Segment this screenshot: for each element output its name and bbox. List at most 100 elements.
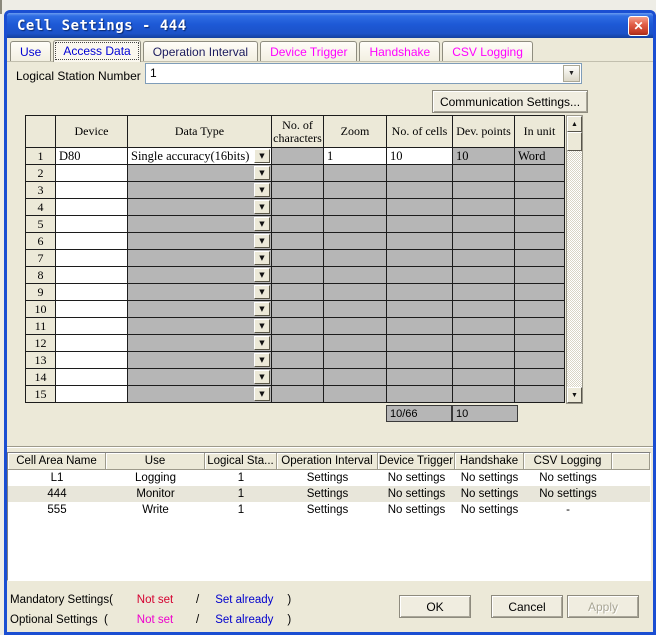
list-column-header[interactable]: Logical Sta... bbox=[205, 453, 277, 470]
grid-cell-points bbox=[453, 335, 515, 352]
ok-button[interactable]: OK bbox=[399, 595, 471, 618]
data-type-dropdown-button[interactable]: ▼ bbox=[254, 336, 270, 350]
data-type-dropdown-button[interactable]: ▼ bbox=[254, 183, 270, 197]
data-type-dropdown-button[interactable]: ▼ bbox=[254, 302, 270, 316]
grid-cell-data-type[interactable]: ▼ bbox=[128, 335, 272, 352]
tab-operation-interval[interactable]: Operation Interval bbox=[143, 41, 258, 61]
grid-cell-device[interactable] bbox=[56, 318, 128, 335]
data-type-dropdown-button[interactable]: ▼ bbox=[254, 234, 270, 248]
grid-cell-device[interactable] bbox=[56, 352, 128, 369]
grid-cell-points bbox=[453, 165, 515, 182]
grid-cell-cells[interactable]: 10 bbox=[387, 148, 453, 165]
chevron-down-icon: ▼ bbox=[259, 237, 264, 245]
tab-csv-logging[interactable]: CSV Logging bbox=[442, 41, 533, 61]
grid-cell-data-type[interactable]: ▼ bbox=[128, 386, 272, 403]
data-type-dropdown-button[interactable]: ▼ bbox=[254, 200, 270, 214]
scroll-thumb[interactable] bbox=[567, 132, 582, 151]
grid-cell-device[interactable]: D80 bbox=[56, 148, 128, 165]
grid-cell-data-type[interactable]: ▼ bbox=[128, 284, 272, 301]
grid-cell-cells bbox=[387, 369, 453, 386]
chevron-down-icon: ▼ bbox=[259, 169, 264, 177]
list-column-header[interactable]: Use bbox=[106, 453, 205, 470]
grid-cell-device[interactable] bbox=[56, 182, 128, 199]
cancel-button[interactable]: Cancel bbox=[491, 595, 563, 618]
list-column-header[interactable]: Device Trigger bbox=[378, 453, 455, 470]
scroll-down-icon: ▼ bbox=[571, 392, 578, 399]
grid-cell-zoom[interactable]: 1 bbox=[324, 148, 387, 165]
grid-cell-zoom bbox=[324, 182, 387, 199]
grid-row: 14▼ bbox=[26, 369, 565, 386]
grid-cell-device[interactable] bbox=[56, 250, 128, 267]
grid-cell-data-type[interactable]: ▼ bbox=[128, 182, 272, 199]
grid-cell-data-type[interactable]: Single accuracy(16bits)▼ bbox=[128, 148, 272, 165]
grid-cell-cells bbox=[387, 216, 453, 233]
grid-row-number: 1 bbox=[26, 148, 56, 165]
grid-cell-cells bbox=[387, 318, 453, 335]
grid-cell-device[interactable] bbox=[56, 301, 128, 318]
grid-cell-data-type[interactable]: ▼ bbox=[128, 267, 272, 284]
mandatory-settings-label: Mandatory Settings( bbox=[10, 594, 124, 606]
grid-cell-characters bbox=[272, 301, 324, 318]
data-type-dropdown-button[interactable]: ▼ bbox=[254, 285, 270, 299]
tab-device-trigger[interactable]: Device Trigger bbox=[260, 41, 357, 61]
tab-access-data[interactable]: Access Data bbox=[53, 40, 140, 62]
apply-button[interactable]: Apply bbox=[567, 595, 639, 618]
grid-cell-device[interactable] bbox=[56, 386, 128, 403]
grid-cell-device[interactable] bbox=[56, 284, 128, 301]
close-button[interactable]: ✕ bbox=[628, 16, 649, 36]
grid-cell-characters bbox=[272, 369, 324, 386]
titlebar[interactable]: Cell Settings - 444 ✕ bbox=[7, 13, 653, 38]
grid-cell-data-type[interactable]: ▼ bbox=[128, 352, 272, 369]
combobox-value: 1 bbox=[146, 64, 581, 82]
logical-station-number-combobox[interactable]: 1 ▼ bbox=[145, 63, 582, 84]
list-column-header[interactable]: Operation Interval bbox=[277, 453, 378, 470]
data-type-dropdown-button[interactable]: ▼ bbox=[254, 166, 270, 180]
list-row[interactable]: 444Monitor1SettingsNo settingsNo setting… bbox=[8, 486, 650, 502]
grid-cell-device[interactable] bbox=[56, 165, 128, 182]
grid-cell-data-type[interactable]: ▼ bbox=[128, 318, 272, 335]
grid-cell-device[interactable] bbox=[56, 216, 128, 233]
mandatory-not-set-text: Not set bbox=[132, 594, 178, 606]
grid-cell-data-type[interactable]: ▼ bbox=[128, 165, 272, 182]
tab-handshake[interactable]: Handshake bbox=[359, 41, 440, 61]
grid-cell-data-type[interactable]: ▼ bbox=[128, 369, 272, 386]
grid-cell-unit bbox=[515, 284, 565, 301]
data-type-dropdown-button[interactable]: ▼ bbox=[254, 353, 270, 367]
list-cell: Settings bbox=[277, 470, 378, 486]
communication-settings-button[interactable]: Communication Settings... bbox=[432, 90, 588, 113]
grid-cell-cells bbox=[387, 182, 453, 199]
tab-use[interactable]: Use bbox=[10, 41, 51, 61]
chevron-down-icon: ▼ bbox=[568, 70, 575, 77]
data-type-dropdown-button[interactable]: ▼ bbox=[254, 387, 270, 401]
data-type-dropdown-button[interactable]: ▼ bbox=[254, 217, 270, 231]
grid-cell-data-type[interactable]: ▼ bbox=[128, 233, 272, 250]
grid-row-number: 6 bbox=[26, 233, 56, 250]
list-row[interactable]: L1Logging1SettingsNo settingsNo settings… bbox=[8, 470, 650, 486]
list-row[interactable]: 555Write1SettingsNo settingsNo settings- bbox=[8, 502, 650, 518]
data-type-dropdown-button[interactable]: ▼ bbox=[254, 251, 270, 265]
screen: Cell Settings - 444 ✕ UseAccess DataOper… bbox=[0, 0, 656, 635]
grid-cell-device[interactable] bbox=[56, 199, 128, 216]
combobox-dropdown-button[interactable]: ▼ bbox=[563, 65, 580, 82]
data-type-dropdown-button[interactable]: ▼ bbox=[254, 319, 270, 333]
grid-cell-device[interactable] bbox=[56, 233, 128, 250]
list-column-header[interactable]: CSV Logging bbox=[524, 453, 612, 470]
grid-cell-device[interactable] bbox=[56, 335, 128, 352]
grid-cell-device[interactable] bbox=[56, 369, 128, 386]
grid-cell-data-type[interactable]: ▼ bbox=[128, 216, 272, 233]
grid-cell-device[interactable] bbox=[56, 267, 128, 284]
list-cell: No settings bbox=[378, 502, 455, 518]
grid-cell-data-type[interactable]: ▼ bbox=[128, 250, 272, 267]
scroll-up-button[interactable]: ▲ bbox=[567, 116, 582, 132]
grid-scrollbar[interactable]: ▲ ▼ bbox=[566, 115, 583, 404]
grid-column-header: No. of cells bbox=[387, 116, 453, 148]
grid-row: 4▼ bbox=[26, 199, 565, 216]
list-column-header[interactable]: Handshake bbox=[455, 453, 524, 470]
data-type-dropdown-button[interactable]: ▼ bbox=[254, 149, 270, 163]
grid-cell-data-type[interactable]: ▼ bbox=[128, 199, 272, 216]
data-type-dropdown-button[interactable]: ▼ bbox=[254, 268, 270, 282]
grid-cell-data-type[interactable]: ▼ bbox=[128, 301, 272, 318]
data-type-dropdown-button[interactable]: ▼ bbox=[254, 370, 270, 384]
scroll-down-button[interactable]: ▼ bbox=[567, 387, 582, 403]
list-column-header[interactable]: Cell Area Name bbox=[8, 453, 106, 470]
